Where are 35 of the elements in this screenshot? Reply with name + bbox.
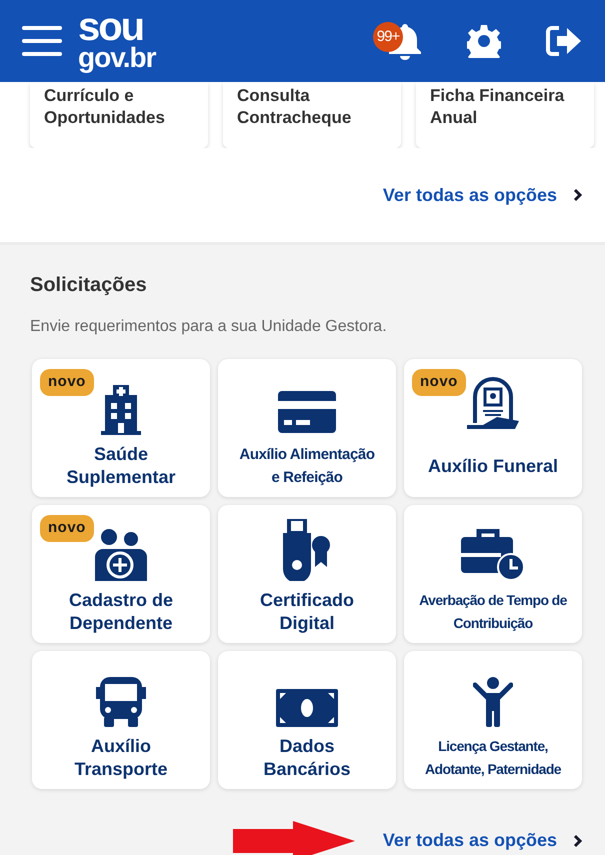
credit-card-icon [278,389,336,435]
settings-icon[interactable] [467,24,501,58]
person-arms-up-icon [473,677,513,727]
see-all-link[interactable]: Ver todas as opções [382,827,583,854]
briefcase-clock-icon [461,529,525,581]
service-tile[interactable]: Averbação de Tempo de Contribuição [404,505,582,643]
banknote-icon [276,689,338,727]
menu-icon[interactable] [22,25,62,57]
service-tile[interactable]: Certificado Digital [218,505,396,643]
service-tile[interactable]: Licença Gestante, Adotante, Paternidade [404,651,582,789]
chevron-right-icon [573,188,583,202]
new-badge: novo [40,515,94,542]
logout-icon[interactable] [545,25,583,57]
bus-icon [96,677,146,727]
new-badge: novo [40,369,94,396]
section-title: Solicitações [30,273,148,297]
service-card[interactable]: Ficha Financeira Anual [416,82,594,148]
section-subtitle: Envie requerimentos para a sua Unidade Gestora. [30,317,388,337]
service-tile[interactable]: Dados Bancários [218,651,396,789]
logo-text: sou [78,10,144,44]
service-tile[interactable]: Auxílio Transporte [32,651,210,789]
service-tile[interactable]: novo Cadastro de Dependente [32,505,210,643]
logo-text: gov.br [78,44,156,72]
certificate-icon [281,519,333,581]
service-card[interactable]: Consulta Contracheque [223,82,401,148]
notification-badge: 99+ [373,22,403,52]
service-card[interactable]: Currículo e Oportunidades [30,82,208,148]
service-tile[interactable]: novo Saúde Suplementar [32,359,210,497]
service-tile[interactable]: Auxílio Alimentação e Refeição [218,359,396,497]
service-tile[interactable]: novo Auxílio Funeral [404,359,582,497]
new-badge: novo [412,369,466,396]
hospital-icon [99,385,143,435]
chevron-right-icon [573,834,583,848]
family-add-icon [93,529,149,581]
see-all-link[interactable]: Ver todas as opções [382,182,583,208]
